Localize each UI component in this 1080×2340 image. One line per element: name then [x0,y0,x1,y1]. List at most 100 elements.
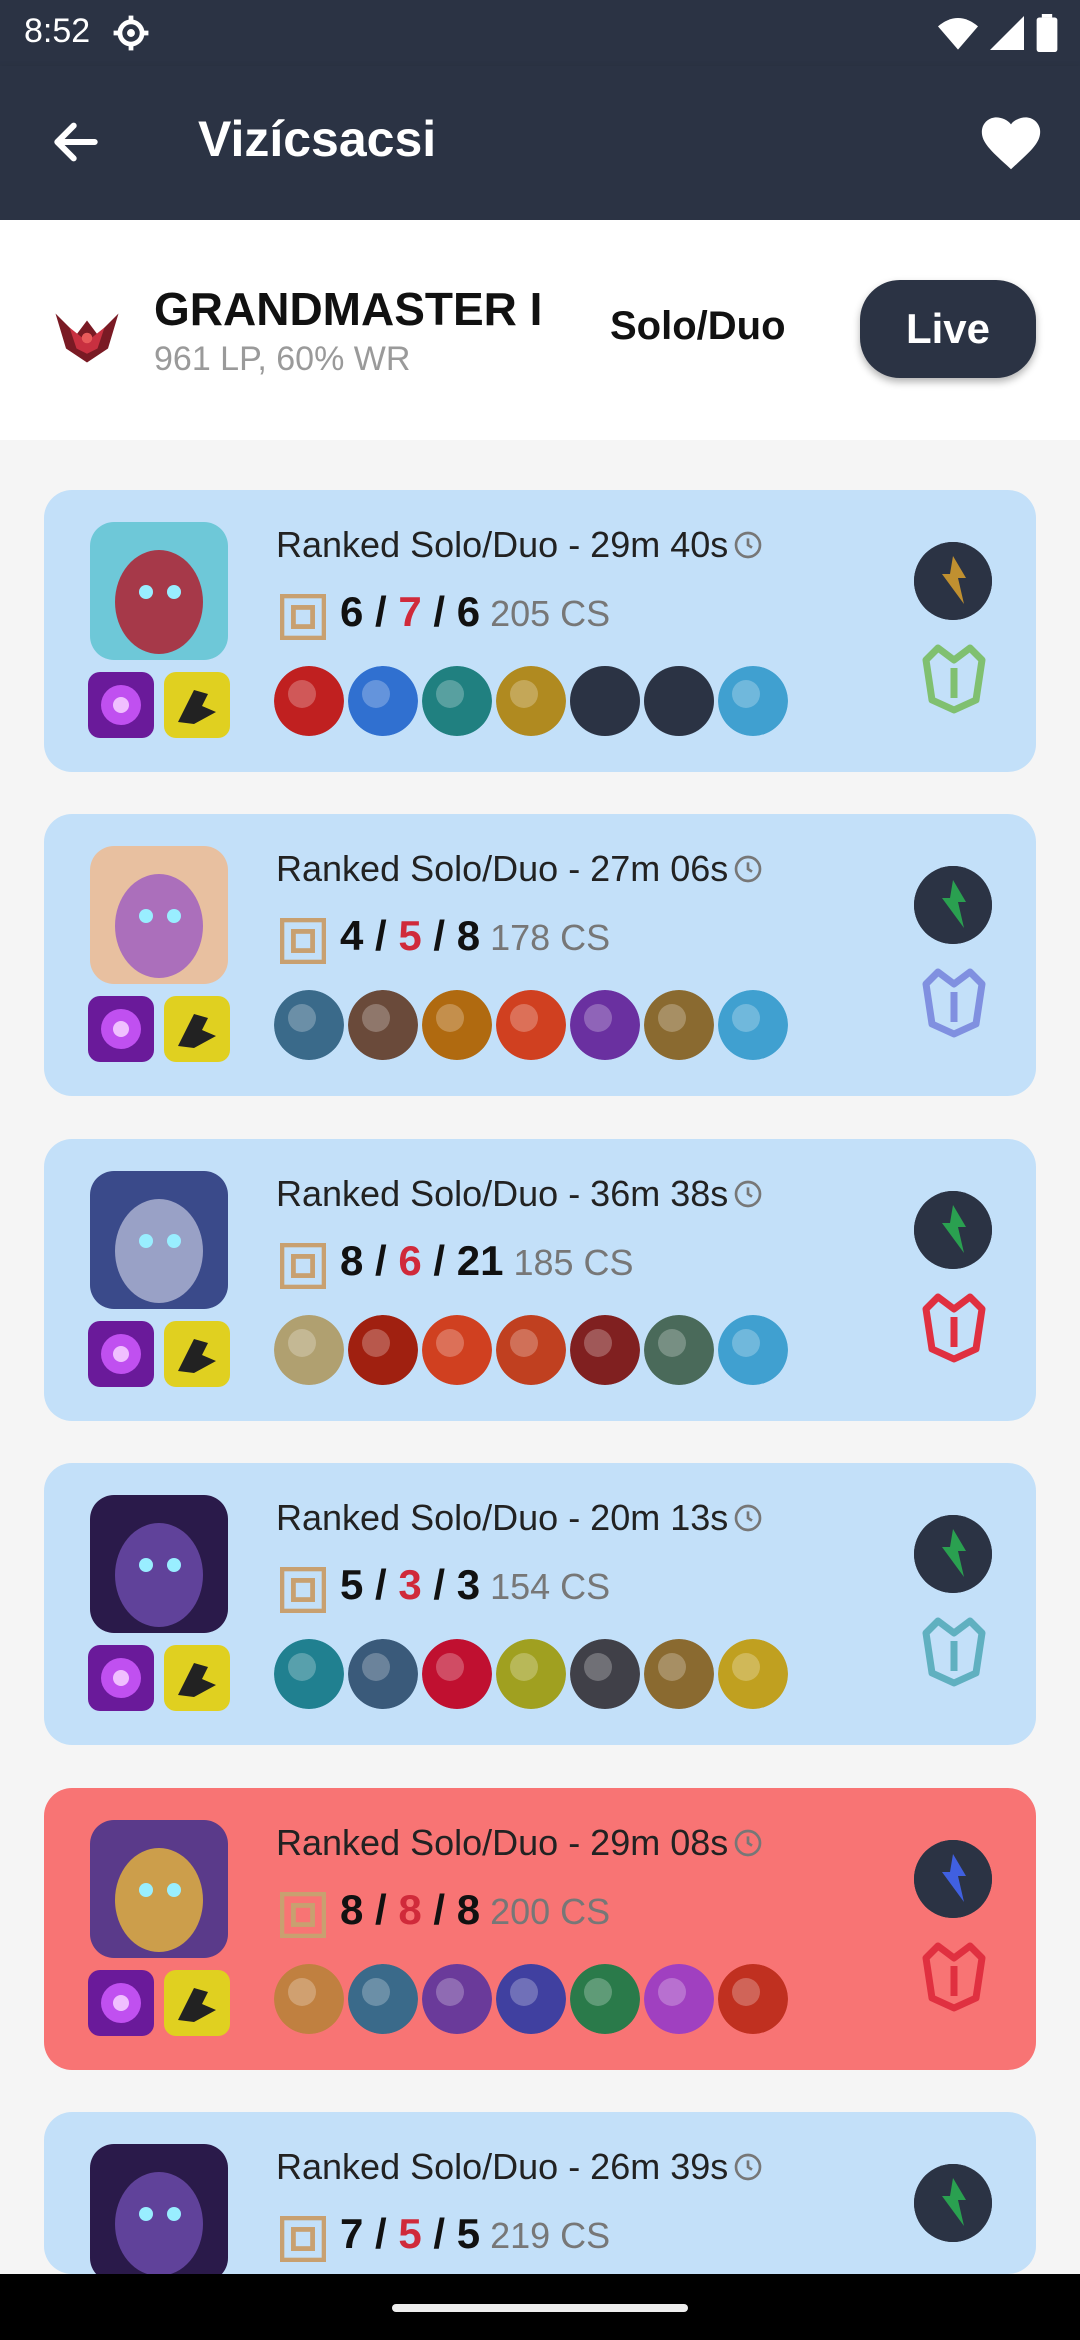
champion-portrait [90,2144,228,2282]
jungle-role-icon [280,1892,326,1938]
match-duration: - 29m 40s [558,524,729,565]
summoner-spell-ghost-icon [164,1321,230,1387]
navigation-bar [0,2274,1080,2340]
status-bar: 8:52 [0,0,1080,66]
item-build [274,1964,788,2034]
match-card[interactable]: Ranked Solo/Duo - 20m 13s 5 / 3 / 3 154 C… [44,1463,1036,1745]
settings-gear-icon [113,15,149,51]
clock-icon [734,1829,762,1857]
assists: 6 [456,588,481,635]
item-icon [274,666,344,736]
item-icon [644,1964,714,2034]
item-icon [422,666,492,736]
rank-tier: GRANDMASTER I [154,283,543,335]
summoner-spell-ghost-icon [164,996,230,1062]
queue-type: Ranked Solo/Duo [276,848,559,889]
match-duration: - 26m 39s [558,2146,729,2187]
keystone-rune-icon [914,2164,992,2242]
keystone-rune-icon [914,1515,992,1593]
clock-icon [734,1180,762,1208]
item-build [274,1315,788,1385]
summoner-spell-smite-icon [88,996,154,1062]
deaths: 5 [398,2210,422,2257]
rank-stats: 961 LP, 60% WR [154,340,411,378]
match-card[interactable]: Ranked Solo/Duo - 36m 38s 8 / 6 / 21 185 … [44,1139,1036,1421]
secondary-rune-tree-icon [922,644,986,714]
back-arrow-icon[interactable] [48,114,104,170]
live-button[interactable]: Live [860,280,1036,378]
secondary-rune-tree-icon [922,1293,986,1363]
item-icon [496,1315,566,1385]
match-title: Ranked Solo/Duo - 29m 40s [276,524,764,566]
item-icon [274,1639,344,1709]
kda-line: 7 / 5 / 5 219 CS [340,2210,611,2257]
jungle-role-icon [280,1567,326,1613]
match-title: Ranked Solo/Duo - 36m 38s [276,1173,764,1215]
item-icon [422,1964,492,2034]
item-icon [422,1315,492,1385]
match-duration: - 36m 38s [558,1173,729,1214]
match-duration: - 29m 08s [558,1822,729,1863]
match-duration: - 20m 13s [558,1497,729,1538]
battery-icon [1036,14,1058,52]
creep-score: 185 CS [513,1242,634,1283]
jungle-role-icon [280,918,326,964]
keystone-rune-icon [914,1191,992,1269]
queue-label: Solo/Duo [610,304,786,348]
match-duration: - 27m 06s [558,848,729,889]
deaths: 8 [398,1886,422,1933]
kills: 6 [340,588,364,635]
item-icon [718,1964,788,2034]
keystone-rune-icon [914,866,992,944]
assists: 5 [456,2210,481,2257]
champion-portrait [90,1171,228,1309]
secondary-rune-tree-icon [922,1942,986,2012]
kills: 4 [340,912,364,959]
deaths: 5 [398,912,422,959]
creep-score: 219 CS [490,2215,611,2256]
champion-portrait [90,522,228,660]
item-build [274,666,788,736]
match-title: Ranked Solo/Duo - 26m 39s [276,2146,764,2188]
clock-icon [734,2153,762,2181]
champion-portrait [90,1820,228,1958]
item-icon [348,990,418,1060]
item-icon [348,1639,418,1709]
kda-line: 6 / 7 / 6 205 CS [340,588,611,635]
item-icon [496,990,566,1060]
kills: 7 [340,2210,364,2257]
clock-icon [734,531,762,559]
home-gesture-handle[interactable] [392,2304,688,2312]
match-card[interactable]: Ranked Solo/Duo - 27m 06s 4 / 5 / 8 178 C… [44,814,1036,1096]
creep-score: 178 CS [490,917,611,958]
assists: 21 [456,1237,504,1284]
item-icon [718,990,788,1060]
match-title: Ranked Solo/Duo - 29m 08s [276,1822,764,1864]
empty-item-slot [570,666,640,736]
item-icon [718,1639,788,1709]
keystone-rune-icon [914,1840,992,1918]
secondary-rune-tree-icon [922,968,986,1038]
grandmaster-emblem-icon [55,313,119,363]
jungle-role-icon [280,594,326,640]
queue-type: Ranked Solo/Duo [276,1173,559,1214]
item-build [274,990,788,1060]
summoner-spell-ghost-icon [164,672,230,738]
clock-icon [734,855,762,883]
match-card[interactable]: Ranked Solo/Duo - 29m 40s 6 / 7 / 6 205 C… [44,490,1036,772]
match-card[interactable]: Ranked Solo/Duo - 26m 39s 7 / 5 / 5 219 C… [44,2112,1036,2282]
item-icon [718,1315,788,1385]
queue-type: Ranked Solo/Duo [276,524,559,565]
match-card[interactable]: Ranked Solo/Duo - 29m 08s 8 / 8 / 8 200 C… [44,1788,1036,2070]
match-title: Ranked Solo/Duo - 20m 13s [276,1497,764,1539]
kills: 5 [340,1561,364,1608]
item-icon [644,1639,714,1709]
app-bar: Vizícsacsi [0,66,1080,220]
deaths: 6 [398,1237,422,1284]
status-time: 8:52 [24,12,91,50]
summoner-spell-smite-icon [88,1321,154,1387]
kills: 8 [340,1237,364,1284]
jungle-role-icon [280,2216,326,2262]
creep-score: 205 CS [490,593,611,634]
favorite-heart-icon[interactable] [976,108,1046,178]
